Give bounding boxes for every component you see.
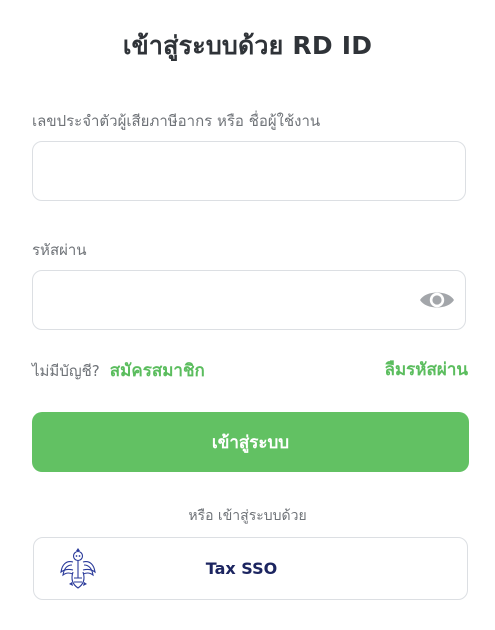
login-button[interactable]: เข้าสู่ระบบ: [32, 412, 469, 472]
signup-row: ไม่มีบัญชี? สมัครสมาชิก: [32, 357, 205, 384]
forgot-password-link[interactable]: ลืมรหัสผ่าน: [385, 356, 468, 383]
tax-sso-label: Tax SSO: [205, 559, 278, 578]
tax-sso-button[interactable]: Tax SSO: [33, 537, 468, 600]
no-account-text: ไม่มีบัญชี?: [32, 362, 100, 380]
username-label: เลขประจำตัวผู้เสียภาษีอากร หรือ ชื่อผู้ใ…: [32, 112, 321, 130]
show-password-button[interactable]: [418, 285, 456, 315]
username-input[interactable]: [32, 141, 466, 201]
eye-icon: [420, 292, 454, 308]
password-label: รหัสผ่าน: [32, 241, 87, 259]
password-input[interactable]: [32, 270, 466, 330]
or-login-with-text: หรือ เข้าสู่ระบบด้วย: [188, 508, 307, 524]
signup-link[interactable]: สมัครสมาชิก: [110, 357, 205, 384]
page-title: เข้าสู่ระบบด้วย RD ID: [122, 31, 373, 60]
